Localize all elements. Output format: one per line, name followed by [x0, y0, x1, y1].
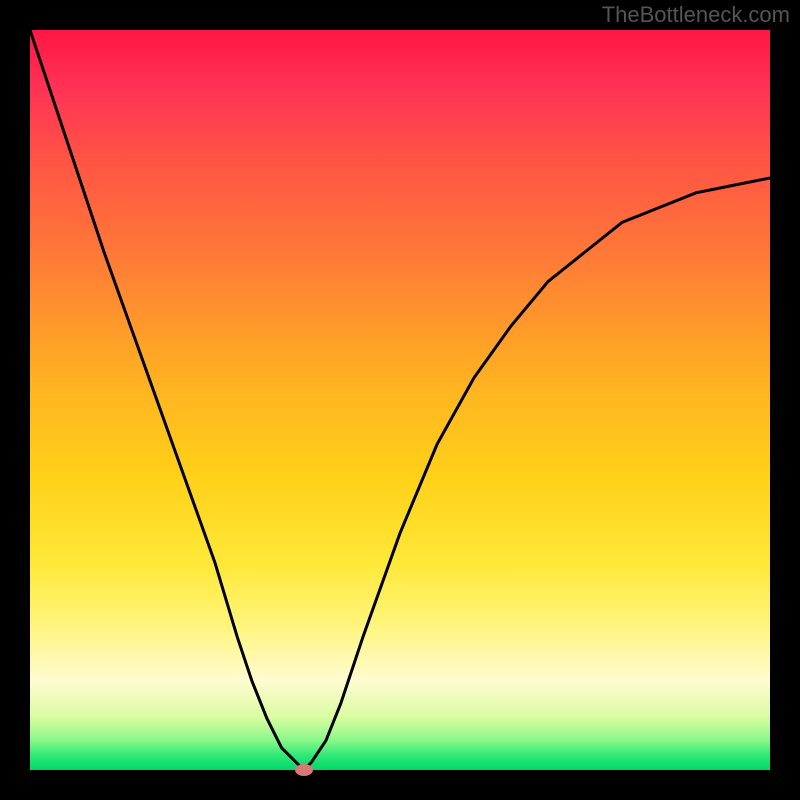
chart-plot-area [30, 30, 770, 770]
optimal-point-marker [295, 764, 313, 776]
watermark-text: TheBottleneck.com [602, 2, 790, 28]
curve-svg [30, 30, 770, 770]
bottleneck-curve-line [30, 30, 770, 770]
